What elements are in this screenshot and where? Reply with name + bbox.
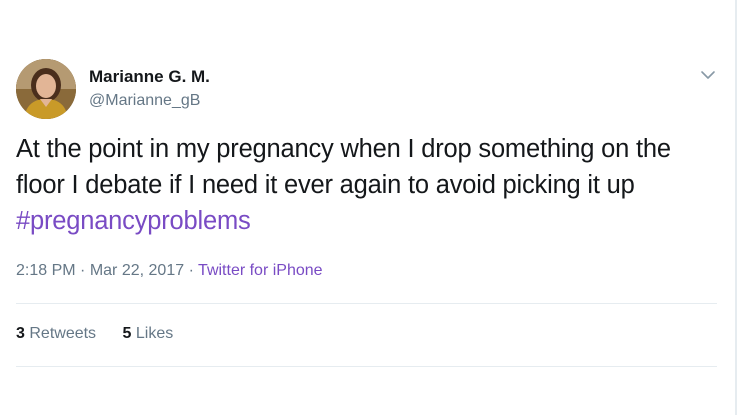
avatar-image <box>16 59 76 119</box>
avatar[interactable] <box>16 59 76 119</box>
chevron-down-icon[interactable] <box>698 65 718 85</box>
tweet-text: At the point in my pregnancy when I drop… <box>16 131 721 239</box>
retweets-stat[interactable]: 3 Retweets <box>16 325 96 343</box>
likes-stat[interactable]: 5 Likes <box>123 325 174 343</box>
tweet-date[interactable]: Mar 22, 2017 <box>90 262 184 279</box>
meta-separator: · <box>80 262 86 279</box>
tweet-stats: 3 Retweets 5 Likes <box>16 325 195 343</box>
likes-label: Likes <box>135 325 174 342</box>
tweet-time[interactable]: 2:18 PM <box>16 262 76 279</box>
user-handle[interactable]: @Marianne_gB <box>89 92 200 110</box>
tweet-meta: 2:18 PM · Mar 22, 2017 · Twitter for iPh… <box>16 262 323 280</box>
divider <box>16 303 717 304</box>
retweets-count: 3 <box>16 325 25 342</box>
display-name[interactable]: Marianne G. M. <box>89 67 210 87</box>
hashtag-link[interactable]: #pregnancyproblems <box>16 207 251 235</box>
retweets-label: Retweets <box>29 325 97 342</box>
meta-separator: · <box>188 262 194 279</box>
divider <box>16 366 717 367</box>
likes-count: 5 <box>122 325 132 342</box>
tweet-source-link[interactable]: Twitter for iPhone <box>198 262 323 279</box>
tweet-card: Marianne G. M. @Marianne_gB At the point… <box>0 0 737 415</box>
tweet-body: At the point in my pregnancy when I drop… <box>16 135 671 199</box>
